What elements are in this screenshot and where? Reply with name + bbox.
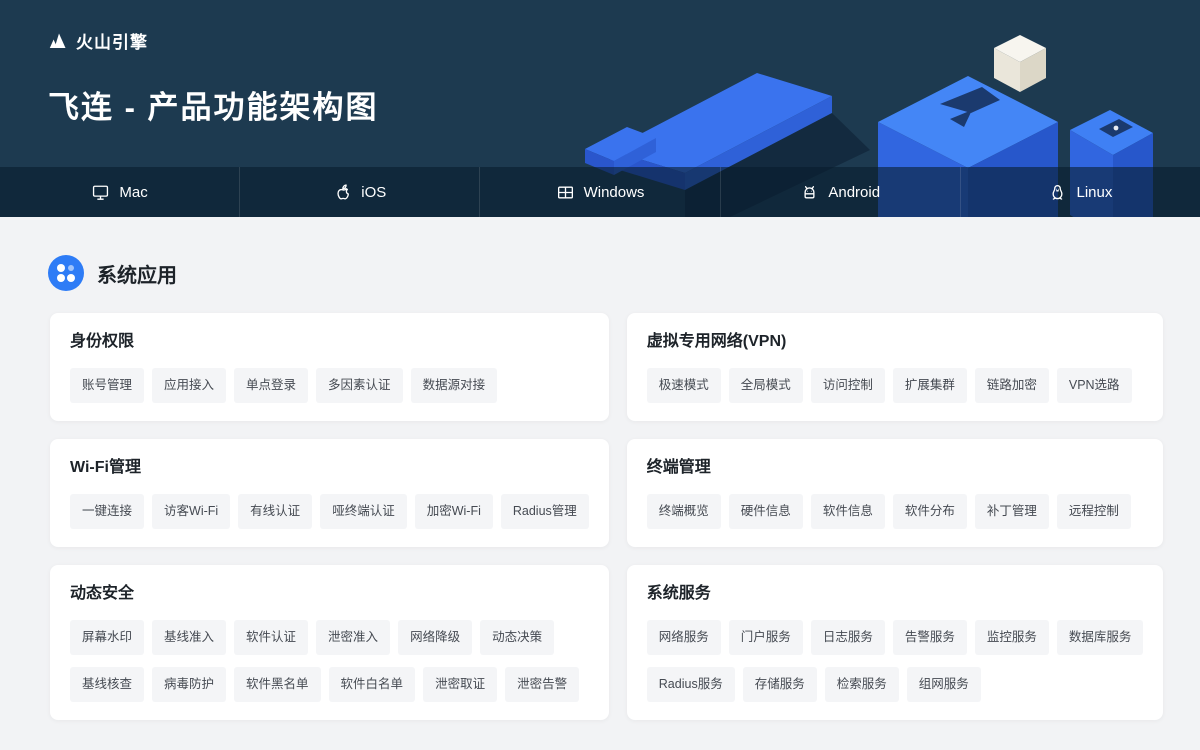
feature-chip: 泄密准入: [316, 620, 390, 655]
hero-banner: 火山引擎 飞连 - 产品功能架构图 Mac iOS Windows Android Li…: [0, 0, 1200, 217]
feature-chip: 告警服务: [893, 620, 967, 655]
feature-chip: 访问控制: [811, 368, 885, 403]
feature-chip: Radius管理: [501, 494, 589, 529]
feature-chip: 远程控制: [1057, 494, 1131, 529]
ios-icon: [333, 183, 352, 202]
feature-chip: 屏幕水印: [70, 620, 144, 655]
tab-linux[interactable]: Linux: [960, 167, 1200, 217]
feature-chip: 检索服务: [825, 667, 899, 702]
chip-row: Radius服务存储服务检索服务组网服务: [647, 667, 1144, 702]
card-title: 动态安全: [70, 583, 589, 605]
feature-chip: 数据源对接: [411, 368, 498, 403]
tab-android[interactable]: Android: [720, 167, 960, 217]
app-grid-icon: [48, 255, 84, 291]
feature-chip: 终端概览: [647, 494, 721, 529]
section-header: 系统应用: [48, 255, 1150, 291]
feature-chip: 软件认证: [234, 620, 308, 655]
feature-chip: 一键连接: [70, 494, 144, 529]
feature-chip: 补丁管理: [975, 494, 1049, 529]
feature-chip: 网络服务: [647, 620, 721, 655]
feature-chip: 单点登录: [234, 368, 308, 403]
tab-label: Windows: [584, 184, 645, 201]
chip-rows: 账号管理应用接入单点登录多因素认证数据源对接: [70, 368, 589, 403]
chip-rows: 屏幕水印基线准入软件认证泄密准入网络降级动态决策基线核查病毒防护软件黑名单软件白…: [70, 620, 589, 702]
tab-label: iOS: [361, 184, 386, 201]
feature-chip: 硬件信息: [729, 494, 803, 529]
feature-chip: 门户服务: [729, 620, 803, 655]
feature-chip: 多因素认证: [316, 368, 403, 403]
tab-windows[interactable]: Windows: [479, 167, 719, 217]
tab-label: Android: [828, 184, 880, 201]
feature-chip: 网络降级: [398, 620, 472, 655]
platform-tabbar: Mac iOS Windows Android Linux: [0, 167, 1200, 217]
card-title: 虚拟专用网络(VPN): [647, 331, 1144, 353]
feature-chip: 基线准入: [152, 620, 226, 655]
card-title: 系统服务: [647, 583, 1144, 605]
page-title: 飞连 - 产品功能架构图: [48, 82, 379, 127]
linux-icon: [1048, 183, 1067, 202]
feature-card: 虚拟专用网络(VPN) 极速模式全局模式访问控制扩展集群链路加密VPN选路: [627, 313, 1164, 421]
tab-mac[interactable]: Mac: [0, 167, 239, 217]
feature-chip: 泄密告警: [505, 667, 579, 702]
brand-logo: 火山引擎: [48, 28, 148, 53]
feature-chip: 动态决策: [480, 620, 554, 655]
feature-chip: 应用接入: [152, 368, 226, 403]
feature-chip: 链路加密: [975, 368, 1049, 403]
feature-chip: 软件分布: [893, 494, 967, 529]
feature-chip: 访客Wi-Fi: [152, 494, 230, 529]
feature-card: 身份权限账号管理应用接入单点登录多因素认证数据源对接: [50, 313, 609, 421]
feature-chip: 组网服务: [907, 667, 981, 702]
tab-label: Linux: [1076, 184, 1112, 201]
feature-chip: Radius服务: [647, 667, 735, 702]
feature-chip: 软件白名单: [329, 667, 416, 702]
content-area: 系统应用 身份权限账号管理应用接入单点登录多因素认证数据源对接虚拟专用网络(VP…: [0, 217, 1200, 750]
feature-chip: 监控服务: [975, 620, 1049, 655]
feature-chip: 哑终端认证: [320, 494, 407, 529]
feature-card-grid: 身份权限账号管理应用接入单点登录多因素认证数据源对接 虚拟专用网络(VPN) 极速模…: [50, 313, 1150, 720]
volcano-mountain-icon: [48, 31, 68, 51]
android-icon: [800, 183, 819, 202]
feature-chip: 基线核查: [70, 667, 144, 702]
card-title: Wi-Fi管理: [70, 457, 589, 479]
brand-name: 火山引擎: [76, 28, 148, 53]
feature-chip: 病毒防护: [152, 667, 226, 702]
chip-row: 一键连接访客Wi-Fi有线认证哑终端认证加密Wi-FiRadius管理: [70, 494, 589, 529]
section-title: 系统应用: [97, 259, 177, 288]
chip-rows: 一键连接访客Wi-Fi有线认证哑终端认证加密Wi-FiRadius管理: [70, 494, 589, 529]
feature-chip: 软件黑名单: [234, 667, 321, 702]
feature-chip: 全局模式: [729, 368, 803, 403]
card-title: 身份权限: [70, 331, 589, 353]
feature-chip: 账号管理: [70, 368, 144, 403]
feature-card: Wi-Fi管理一键连接访客Wi-Fi有线认证哑终端认证加密Wi-FiRadius…: [50, 439, 609, 547]
tab-ios[interactable]: iOS: [239, 167, 479, 217]
tab-label: Mac: [119, 184, 147, 201]
feature-chip: 极速模式: [647, 368, 721, 403]
feature-card: 系统服务网络服务门户服务日志服务告警服务监控服务数据库服务 Radius服务存储服…: [627, 565, 1164, 720]
chip-row: 网络服务门户服务日志服务告警服务监控服务数据库服务: [647, 620, 1144, 655]
feature-chip: 数据库服务: [1057, 620, 1144, 655]
feature-chip: 有线认证: [238, 494, 312, 529]
chip-row: 基线核查病毒防护软件黑名单软件白名单泄密取证泄密告警: [70, 667, 589, 702]
mac-icon: [91, 183, 110, 202]
chip-rows: 网络服务门户服务日志服务告警服务监控服务数据库服务 Radius服务存储服务检索服…: [647, 620, 1144, 702]
windows-icon: [556, 183, 575, 202]
feature-chip: 日志服务: [811, 620, 885, 655]
card-title: 终端管理: [647, 457, 1144, 479]
feature-chip: VPN选路: [1057, 368, 1132, 403]
chip-row: 账号管理应用接入单点登录多因素认证数据源对接: [70, 368, 589, 403]
feature-chip: 泄密取证: [423, 667, 497, 702]
chip-rows: 终端概览硬件信息软件信息软件分布补丁管理远程控制: [647, 494, 1144, 529]
chip-row: 终端概览硬件信息软件信息软件分布补丁管理远程控制: [647, 494, 1144, 529]
feature-card: 终端管理终端概览硬件信息软件信息软件分布补丁管理远程控制: [627, 439, 1164, 547]
chip-rows: 极速模式全局模式访问控制扩展集群链路加密VPN选路: [647, 368, 1144, 403]
feature-chip: 扩展集群: [893, 368, 967, 403]
feature-chip: 存储服务: [743, 667, 817, 702]
feature-chip: 软件信息: [811, 494, 885, 529]
chip-row: 极速模式全局模式访问控制扩展集群链路加密VPN选路: [647, 368, 1144, 403]
feature-chip: 加密Wi-Fi: [415, 494, 493, 529]
chip-row: 屏幕水印基线准入软件认证泄密准入网络降级动态决策: [70, 620, 589, 655]
feature-card: 动态安全屏幕水印基线准入软件认证泄密准入网络降级动态决策基线核查病毒防护软件黑名…: [50, 565, 609, 720]
